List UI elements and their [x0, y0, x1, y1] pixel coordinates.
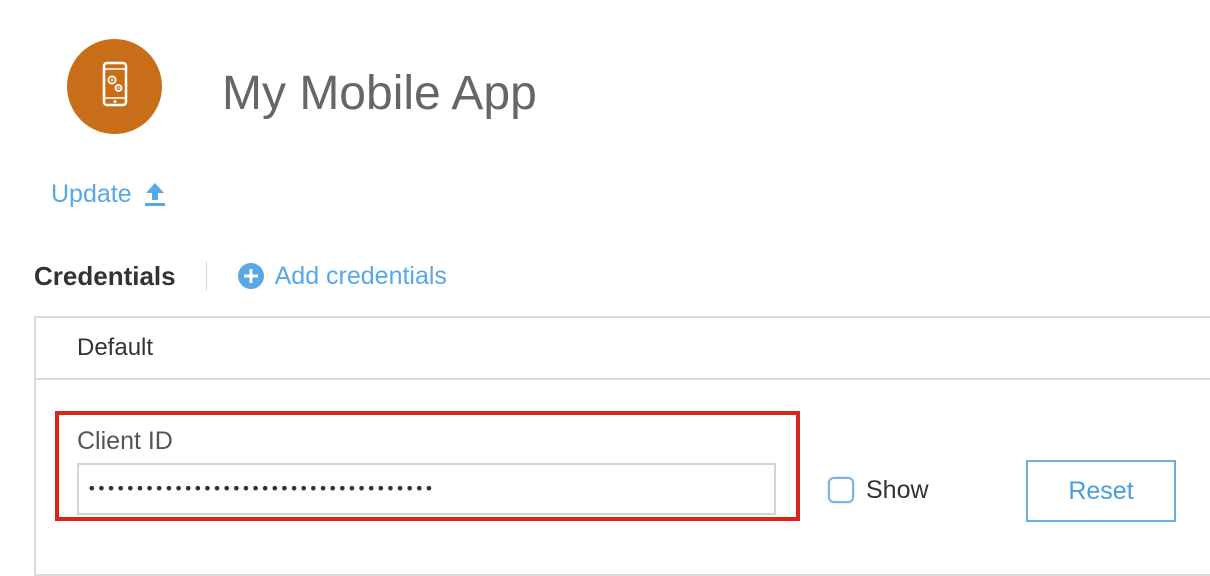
app-icon: [67, 39, 162, 134]
client-id-label: Client ID: [77, 427, 173, 455]
app-title: My Mobile App: [222, 67, 537, 120]
client-id-group: Client ID ••••••••••••••••••••••••••••••…: [55, 411, 800, 521]
client-id-field[interactable]: ••••••••••••••••••••••••••••••••••••: [77, 463, 776, 515]
show-label: Show: [866, 475, 929, 504]
add-credentials-button[interactable]: Add credentials: [237, 262, 447, 291]
toolbar-divider: [205, 261, 207, 291]
plus-circle-icon: [237, 263, 264, 289]
credentials-heading: Credentials: [34, 260, 176, 291]
update-link[interactable]: Update: [51, 178, 166, 210]
reset-button[interactable]: Reset: [1026, 460, 1176, 522]
mobile-app-settings-icon: [102, 61, 127, 106]
add-credentials-label: Add credentials: [274, 261, 447, 290]
credentials-toolbar: Credentials Add credentials: [34, 256, 447, 296]
update-label: Update: [51, 179, 132, 208]
panel-header: Default: [36, 318, 1210, 380]
show-checkbox[interactable]: [828, 477, 854, 503]
upload-arrow-icon: [144, 183, 165, 206]
show-toggle[interactable]: Show: [828, 474, 929, 506]
